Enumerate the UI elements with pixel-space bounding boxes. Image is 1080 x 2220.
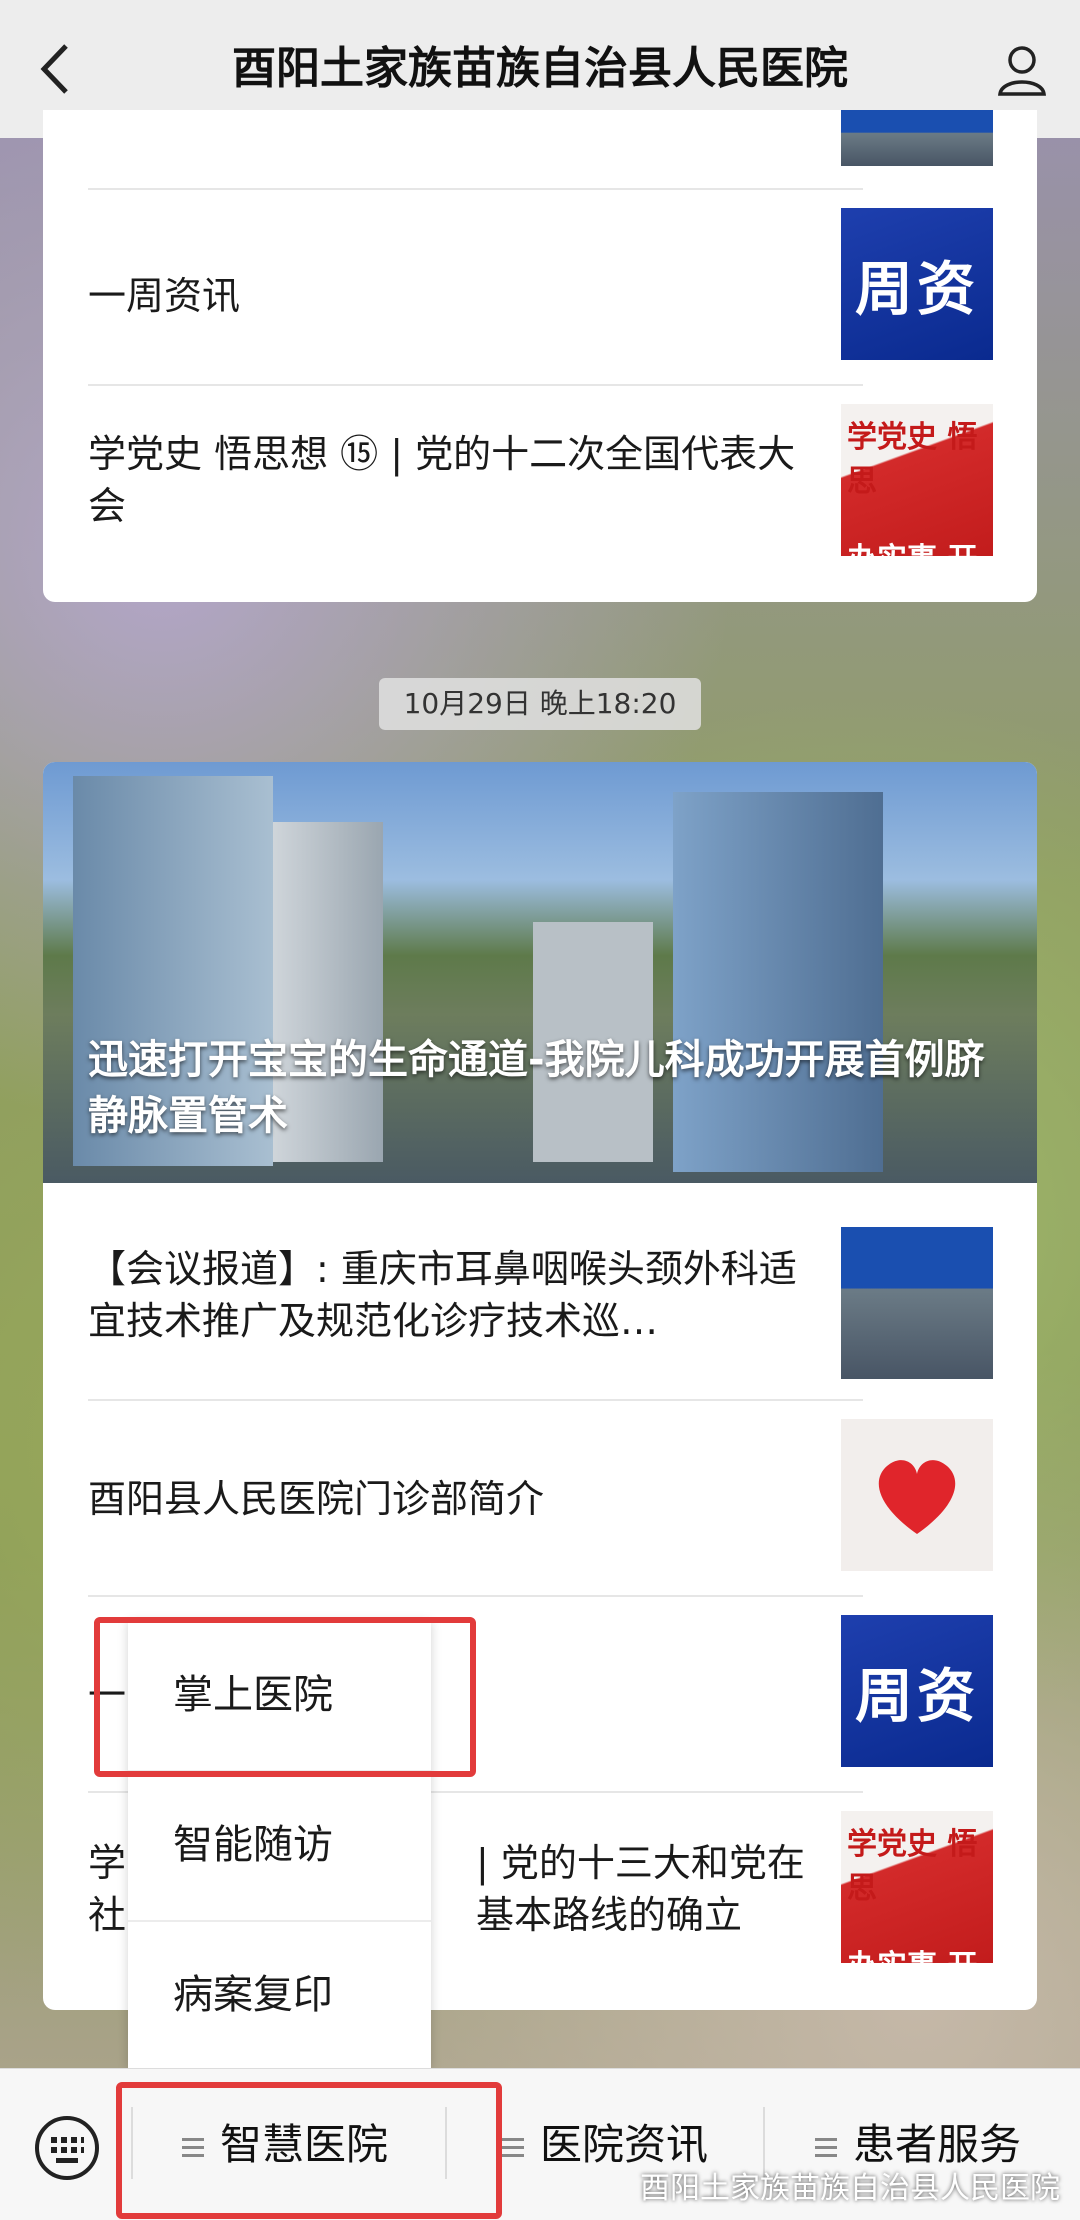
article-title: 酉阳县人民医院门诊部简介	[88, 1477, 545, 1521]
heart-icon	[878, 1460, 956, 1534]
tab-label: 患者服务	[853, 2120, 1022, 2169]
menu-icon	[815, 2133, 837, 2162]
title-fragment: 学	[88, 1841, 127, 1885]
divider	[88, 384, 863, 386]
thumbnail-text: 学党史 悟思	[847, 1827, 978, 1906]
title-fragment: 基本路线的确立	[476, 1893, 743, 1937]
article-card-1: 一周资讯 周资 学党史 悟思想 ⑮ | 党的十二次全国代表大会 学党史 悟思 办…	[43, 110, 1037, 602]
thumbnail-text: 办实事 开	[847, 1941, 987, 1963]
tab-label: 医院资讯	[540, 2120, 709, 2169]
menu-icon	[502, 2133, 524, 2162]
list-item[interactable]: 酉阳县人民医院门诊部简介	[88, 1419, 993, 1595]
highlight-box	[116, 2082, 502, 2219]
list-item[interactable]: 学党史 悟思想 ⑮ | 党的十二次全国代表大会 学党史 悟思 办实事 开	[88, 404, 993, 580]
user-icon[interactable]	[994, 42, 1050, 98]
menu-item-record-copy[interactable]: 病案复印	[128, 1920, 431, 2070]
list-item[interactable]	[88, 110, 993, 188]
article-title: 【会议报道】: 重庆市耳鼻咽喉头颈外科适宜技术推广及规范化诊疗技术巡…	[88, 1247, 797, 1343]
article-thumbnail: 周资	[841, 1615, 993, 1767]
article-thumbnail	[841, 1419, 993, 1571]
article-title: 学党史 悟思想 ⑮ | 党的十二次全国代表大会	[88, 432, 796, 528]
title-fragment: 社	[88, 1893, 127, 1937]
thumbnail-text: 周资	[854, 255, 979, 323]
article-thumbnail: 周资	[841, 208, 993, 360]
highlight-box	[94, 1617, 476, 1777]
article-thumbnail	[841, 1227, 993, 1379]
chevron-left-icon[interactable]	[36, 40, 76, 98]
divider	[88, 1595, 863, 1597]
article-thumbnail: 学党史 悟思 办实事 开	[841, 404, 993, 556]
article-title: 一周资讯	[88, 274, 241, 318]
hero-title: 迅速打开宝宝的生命通道-我院儿科成功开展首例脐静脉置管术	[88, 1037, 985, 1139]
thumbnail-text: 学党史 悟思	[847, 420, 978, 499]
divider	[88, 1399, 863, 1401]
title-fragment: | 党的十三大和党在	[476, 1841, 805, 1885]
article-thumbnail	[841, 110, 993, 166]
hero-article[interactable]: 迅速打开宝宝的生命通道-我院儿科成功开展首例脐静脉置管术	[43, 762, 1037, 1183]
thumbnail-text: 办实事 开	[847, 534, 987, 556]
menu-item-smart-followup[interactable]: 智能随访	[128, 1770, 431, 1920]
article-thumbnail: 学党史 悟思 办实事 开	[841, 1811, 993, 1963]
list-item[interactable]: 一周资讯 周资	[88, 208, 993, 384]
message-timestamp: 10月29日 晚上18:20	[379, 678, 701, 730]
watermark: 酉阳土家族苗族自治县人民医院	[640, 2171, 1060, 2206]
thumbnail-text: 周资	[854, 1662, 979, 1730]
list-item[interactable]: 【会议报道】: 重庆市耳鼻咽喉头颈外科适宜技术推广及规范化诊疗技术巡…	[88, 1183, 993, 1379]
keyboard-icon[interactable]	[34, 2115, 100, 2181]
divider	[88, 188, 863, 190]
